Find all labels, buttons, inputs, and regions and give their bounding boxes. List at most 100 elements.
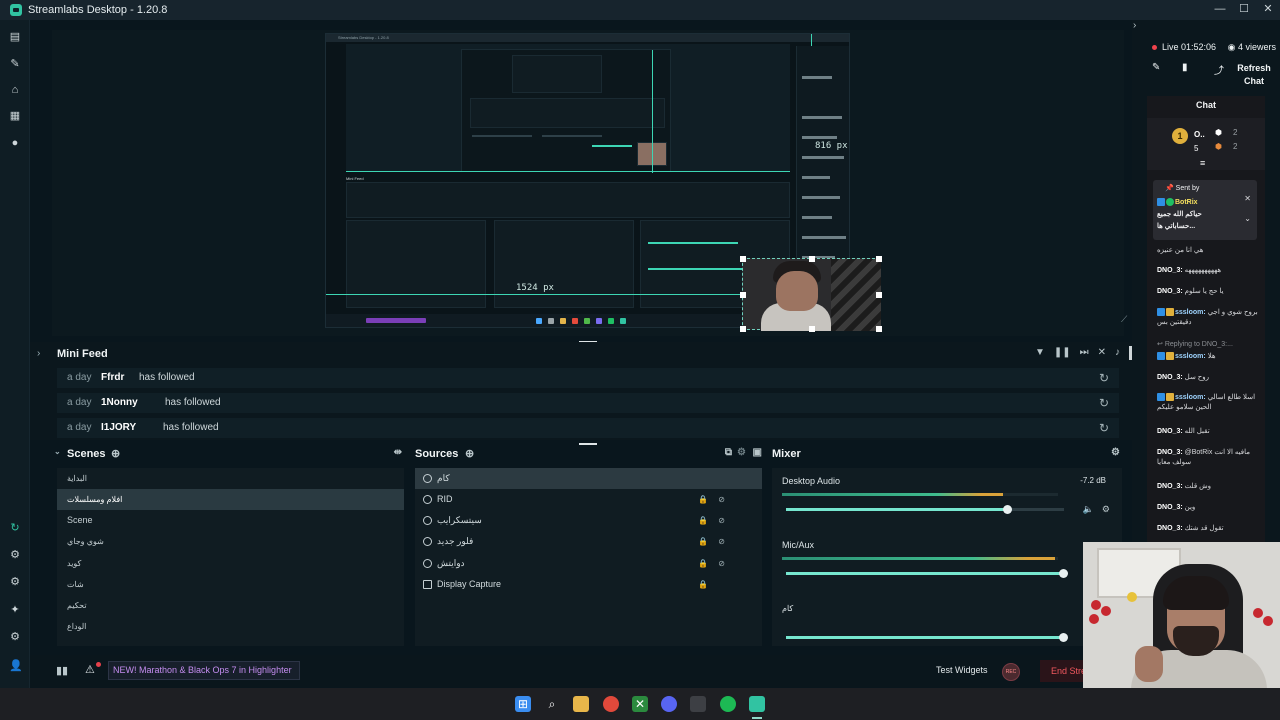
skip-icon[interactable]: ⏭	[1080, 347, 1089, 358]
volume-slider[interactable]	[786, 633, 1068, 642]
pause-icon[interactable]: ❚❚	[1054, 347, 1071, 358]
mute-alerts-icon[interactable]: ✕	[1098, 347, 1106, 358]
maximize-button[interactable]: ☐	[1232, 0, 1256, 20]
repeat-alert-icon[interactable]: ↻	[1099, 418, 1109, 438]
dashboard-icon[interactable]: ▮	[1182, 62, 1188, 73]
add-folder-icon[interactable]: ▣	[753, 447, 762, 458]
lock-icon[interactable]: 🔒	[698, 574, 708, 595]
xbox-icon[interactable]: ✕	[632, 696, 648, 712]
scene-item-selected[interactable]: افلام ومسلسلات	[57, 489, 404, 510]
scene-item[interactable]: شات	[57, 574, 404, 595]
pinned-message[interactable]: 📌 Sent by BotRix حياكم الله جميع حساباتي…	[1153, 180, 1257, 240]
highlighter-icon[interactable]: ●	[9, 137, 21, 149]
source-properties-icon[interactable]: ⚙	[737, 447, 746, 458]
resize-handle[interactable]	[809, 326, 815, 332]
collapse-icon[interactable]: ≡	[1200, 158, 1205, 168]
feed-event-row[interactable]: a day Ffrdr has followed ↻	[57, 368, 1119, 388]
unpin-icon[interactable]: ✕	[1244, 194, 1251, 203]
add-source-icon[interactable]: ⊕	[465, 447, 474, 460]
feed-event-row[interactable]: a day 1Nonny has followed ↻	[57, 393, 1119, 413]
resize-handle[interactable]	[876, 326, 882, 332]
layout-icon[interactable]: ⚙	[9, 549, 21, 561]
visibility-off-icon[interactable]: ⊘	[718, 510, 725, 531]
feed-resize-grip[interactable]	[579, 443, 597, 445]
mixer-settings-icon[interactable]: ⚙	[1111, 447, 1120, 458]
feed-event-row[interactable]: a day I1JORY has followed ↻	[57, 418, 1119, 438]
studio-mode-icon[interactable]: ↻	[9, 522, 21, 534]
resize-corner-icon[interactable]: ⟋	[1121, 314, 1127, 325]
close-button[interactable]: ✕	[1256, 0, 1280, 20]
minimize-button[interactable]: —	[1208, 0, 1232, 20]
performance-icon[interactable]: ▮▮	[56, 664, 68, 677]
resize-handle[interactable]	[876, 256, 882, 262]
visibility-off-icon[interactable]: ⊘	[718, 531, 725, 552]
scene-item[interactable]: الوداع	[57, 616, 404, 637]
collapse-chat-icon[interactable]: ›	[1133, 20, 1136, 31]
lock-icon[interactable]: 🔒	[698, 531, 708, 552]
add-scene-icon[interactable]: ⊕	[111, 447, 120, 460]
resize-handle[interactable]	[740, 256, 746, 262]
source-item[interactable]: Display Capture 🔒	[415, 574, 762, 595]
chrome-icon[interactable]	[603, 696, 619, 712]
channel-settings-icon[interactable]: ⚙	[1102, 504, 1110, 515]
source-item[interactable]: سيتسكرايب 🔒 ⊘	[415, 510, 762, 531]
share-icon[interactable]: ⤴	[1214, 62, 1224, 77]
scene-item[interactable]: كويد	[57, 553, 404, 574]
scene-item[interactable]: البداية	[57, 468, 404, 489]
settings-icon[interactable]: ⚙	[9, 631, 21, 643]
scene-item[interactable]: شوي وجاي	[57, 531, 404, 552]
source-item[interactable]: فلور جديد 🔒 ⊘	[415, 531, 762, 552]
slider-knob[interactable]	[1059, 569, 1068, 578]
file-explorer-icon[interactable]	[573, 696, 589, 712]
chevron-down-icon[interactable]: ⌄	[1244, 214, 1251, 223]
refresh-chat-button[interactable]: Refresh Chat	[1232, 62, 1276, 88]
lock-icon[interactable]: 🔒	[698, 510, 708, 531]
editor-icon[interactable]: ▤	[9, 31, 21, 43]
ai-icon[interactable]: ✦	[9, 604, 21, 616]
visibility-off-icon[interactable]: ⊘	[718, 553, 725, 574]
scene-item[interactable]: Scene	[57, 510, 404, 531]
slider-knob[interactable]	[1059, 633, 1068, 642]
volume-icon[interactable]: ♪	[1115, 347, 1120, 358]
lock-icon[interactable]: 🔒	[698, 553, 708, 574]
profile-icon[interactable]: 👤	[9, 660, 23, 672]
discord-icon[interactable]	[661, 696, 677, 712]
test-widgets-button[interactable]: Test Widgets	[936, 665, 988, 675]
apps-icon[interactable]: ▦	[9, 110, 21, 122]
chevron-right-icon[interactable]: ›	[37, 348, 40, 359]
source-item-selected[interactable]: كام	[415, 468, 762, 489]
chevron-down-icon[interactable]: ⌄	[54, 447, 61, 456]
repeat-alert-icon[interactable]: ↻	[1099, 368, 1109, 388]
selected-webcam-source[interactable]	[740, 256, 882, 332]
app-icon[interactable]	[690, 696, 706, 712]
search-icon[interactable]: ⌕	[544, 696, 560, 712]
start-icon[interactable]: ⊞	[515, 696, 531, 712]
scene-item[interactable]: تحكيم	[57, 595, 404, 616]
repeat-alert-icon[interactable]: ↻	[1099, 393, 1109, 413]
source-item[interactable]: دوايتش 🔒 ⊘	[415, 553, 762, 574]
source-group-icon[interactable]: ⧉	[725, 447, 732, 458]
resize-handle[interactable]	[876, 292, 882, 298]
volume-slider[interactable]	[786, 569, 1068, 578]
streamlabs-taskbar-icon[interactable]	[749, 696, 765, 712]
spotify-icon[interactable]	[720, 696, 736, 712]
speaker-icon[interactable]: 🔈	[1083, 504, 1094, 515]
cloud-icon[interactable]: ⚙	[9, 576, 21, 588]
lock-icon[interactable]: 🔒	[698, 489, 708, 510]
scene-transitions-icon[interactable]: ⇹	[394, 447, 402, 458]
store-icon[interactable]: ⌂	[9, 84, 21, 96]
themes-icon[interactable]: ✎	[9, 58, 21, 70]
visibility-off-icon[interactable]: ⊘	[718, 489, 725, 510]
edit-stream-icon[interactable]: ✎	[1152, 62, 1160, 73]
resize-handle[interactable]	[740, 326, 746, 332]
record-button[interactable]: REC	[1002, 663, 1020, 681]
filter-icon[interactable]: ▼	[1035, 347, 1045, 358]
resize-handle[interactable]	[809, 256, 815, 262]
resize-handle[interactable]	[740, 292, 746, 298]
slider-knob[interactable]	[1003, 505, 1013, 514]
volume-slider[interactable]	[786, 505, 1064, 514]
highlighter-promo[interactable]: NEW! Marathon & Black Ops 7 in Highlight…	[108, 661, 300, 680]
source-item[interactable]: RID 🔒 ⊘	[415, 489, 762, 510]
warning-icon[interactable]: ⚠	[85, 663, 95, 676]
preview-inner-taskbar	[326, 314, 796, 327]
